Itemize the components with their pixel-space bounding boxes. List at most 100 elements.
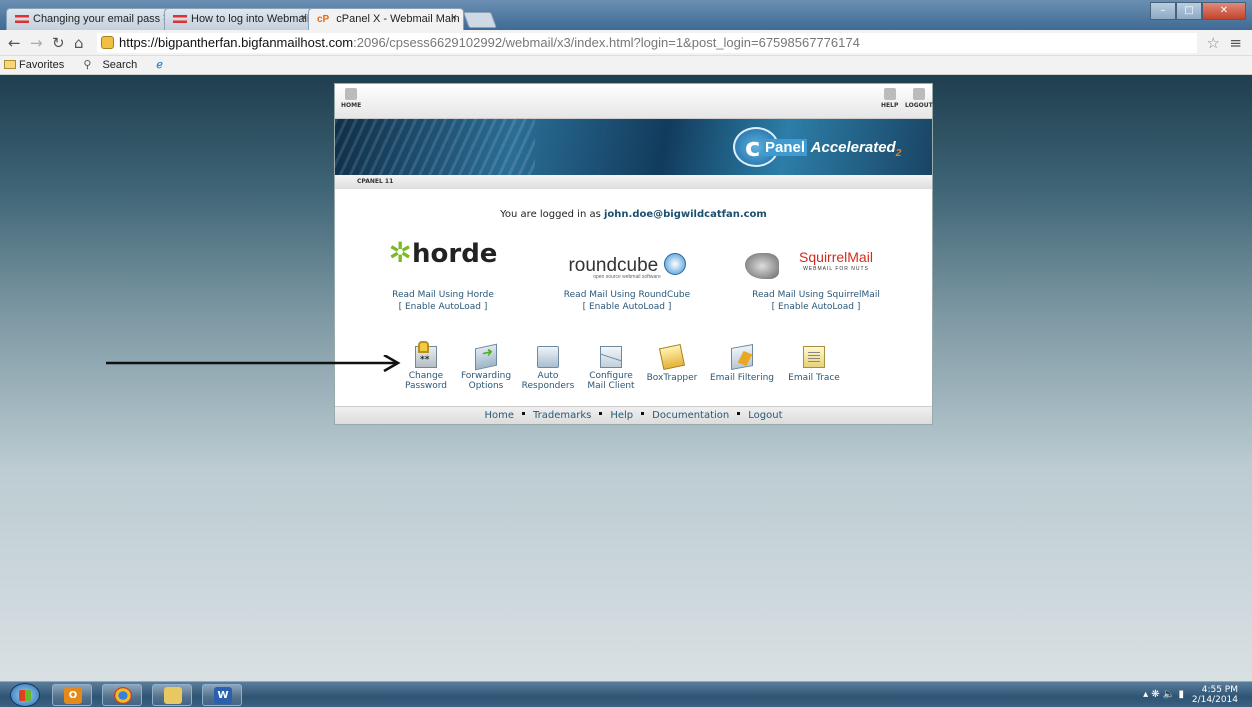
enable-autoload-horde-link[interactable]: [ Enable AutoLoad ] <box>363 301 523 313</box>
folder-icon <box>164 687 182 704</box>
tool-label: Email Filtering <box>709 373 775 383</box>
home-icon <box>345 88 358 100</box>
change-password-button[interactable]: ChangePassword <box>397 341 455 391</box>
cpanel-brand: Panel Accelerated2 <box>763 139 901 159</box>
envelope-icon <box>600 346 622 368</box>
nav-label: HELP <box>881 102 899 109</box>
start-button-icon[interactable] <box>10 683 40 707</box>
menu-icon[interactable]: ≡ <box>1229 34 1242 52</box>
clock-date: 2/14/2014 <box>1191 695 1238 705</box>
footer-separator <box>522 412 525 415</box>
logo-tagline: WEBMAIL FOR NUTS <box>803 266 869 272</box>
help-icon <box>883 88 896 100</box>
forward-arrow-icon[interactable]: → <box>30 34 43 52</box>
bookmarks-bar: Favorites ⚲ Search ℯ <box>0 56 1252 75</box>
maximize-button[interactable]: □ <box>1176 2 1202 20</box>
tool-label: BoxTrapper <box>646 373 698 383</box>
bookmark-label: Favorites <box>19 59 65 71</box>
back-arrow-icon[interactable]: ← <box>8 34 21 52</box>
logo-text: horde <box>412 239 498 269</box>
filter-icon <box>731 344 753 370</box>
bookmark-favorites[interactable]: Favorites <box>4 59 72 71</box>
system-clock[interactable]: 4:55 PM 2/14/2014 <box>1192 685 1238 705</box>
client-roundcube: roundcube open source webmail software R… <box>547 247 707 313</box>
forwarding-options-button[interactable]: ForwardingOptions <box>455 343 517 391</box>
email-filtering-button[interactable]: Email Filtering <box>701 344 783 391</box>
tool-label: Configure <box>589 371 633 381</box>
windows-taskbar: O W ▴ ❋ 🔈 ▮ 4:55 PM 2/14/2014 <box>0 681 1252 707</box>
outlook-icon: O <box>64 687 82 704</box>
auto-responders-button[interactable]: Auto Responders <box>517 346 579 391</box>
taskbar-outlook[interactable]: O <box>52 684 92 706</box>
word-icon: W <box>214 687 232 704</box>
url-host: https://bigpantherfan.bigfanmailhost.com <box>119 35 354 50</box>
window-controls: – □ ✕ <box>1150 2 1246 20</box>
tab-cpanel-webmail-main[interactable]: cP cPanel X - Webmail Main × <box>308 8 464 30</box>
tab-changing-email-password[interactable]: Changing your email pass × <box>6 8 176 30</box>
squirrelmail-logo[interactable]: SquirrelMail WEBMAIL FOR NUTS <box>731 247 901 287</box>
close-window-button[interactable]: ✕ <box>1202 2 1246 20</box>
clock-time: 4:55 PM <box>1201 685 1238 695</box>
system-tray-icons[interactable]: ▴ ❋ 🔈 ▮ <box>1143 689 1184 700</box>
brand-accelerated: Accelerated <box>810 139 896 156</box>
url-path: :2096/cpsess6629102992/webmail/x3/index.… <box>353 35 860 50</box>
read-mail-roundcube-link[interactable]: Read Mail Using RoundCube <box>547 289 707 301</box>
brand-panel: Panel <box>763 139 808 156</box>
login-status: You are logged in as john.doe@bigwildcat… <box>335 209 932 220</box>
footer-documentation-link[interactable]: Documentation <box>652 410 729 421</box>
footer-separator <box>599 412 603 415</box>
tool-label: Responders <box>521 381 575 391</box>
nav-label: LOGOUT <box>905 102 933 109</box>
read-mail-squirrelmail-link[interactable]: Read Mail Using SquirrelMail <box>731 289 901 301</box>
bookmark-search[interactable]: ⚲ Search <box>83 59 145 71</box>
home-icon[interactable]: ⌂ <box>74 34 84 52</box>
nav-home[interactable]: HOME <box>341 88 361 109</box>
boxtrapper-icon <box>658 343 686 371</box>
boxtrapper-button[interactable]: BoxTrapper <box>643 343 701 391</box>
email-trace-button[interactable]: Email Trace <box>783 346 845 391</box>
enable-autoload-squirrelmail-link[interactable]: [ Enable AutoLoad ] <box>731 301 901 313</box>
ie-icon[interactable]: ℯ <box>156 59 163 71</box>
logged-in-user: john.doe@bigwildcatfan.com <box>604 209 767 220</box>
tab-title: Changing your email pass <box>33 13 161 25</box>
enable-autoload-roundcube-link[interactable]: [ Enable AutoLoad ] <box>547 301 707 313</box>
footer-help-link[interactable]: Help <box>610 410 633 421</box>
bookmark-star-icon[interactable]: ☆ <box>1207 34 1220 52</box>
footer-trademarks-link[interactable]: Trademarks <box>533 410 591 421</box>
taskbar-explorer[interactable] <box>152 684 192 706</box>
search-icon: ⚲ <box>83 59 92 71</box>
footer-separator <box>641 412 645 415</box>
tool-label: Email Trace <box>788 373 840 383</box>
tool-label: Options <box>468 381 504 391</box>
tool-label: Mail Client <box>587 381 635 391</box>
nav-help[interactable]: HELP <box>881 88 898 109</box>
forward-mail-icon <box>475 343 497 371</box>
bookmark-label: Search <box>102 59 138 71</box>
footer-logout-link[interactable]: Logout <box>748 410 782 421</box>
horde-logo[interactable]: ✲horde <box>363 239 523 287</box>
address-bar[interactable]: https://bigpantherfan.bigfanmailhost.com… <box>97 33 1197 53</box>
new-tab-button[interactable] <box>463 12 497 28</box>
taskbar-chrome[interactable] <box>102 684 142 706</box>
taskbar-word[interactable]: W <box>202 684 242 706</box>
roundcube-logo[interactable]: roundcube open source webmail software <box>547 247 707 287</box>
tool-label: Auto <box>537 371 559 381</box>
breadcrumb: CPANEL 11 <box>335 175 932 189</box>
nav-logout[interactable]: LOGOUT <box>905 88 933 109</box>
close-icon[interactable]: × <box>301 12 307 24</box>
footer-home-link[interactable]: Home <box>484 410 514 421</box>
tab-how-to-log-into-webmail[interactable]: How to log into Webmail × <box>164 8 314 30</box>
minimize-button[interactable]: – <box>1150 2 1176 20</box>
read-mail-horde-link[interactable]: Read Mail Using Horde <box>363 289 523 301</box>
webmail-panel: HOME HELP LOGOUT c Panel Accelerated2 CP… <box>334 83 933 425</box>
cpanel-icon: cP <box>317 13 330 25</box>
logout-icon <box>912 88 925 100</box>
reload-icon[interactable]: ↻ <box>52 34 65 52</box>
client-horde: ✲horde Read Mail Using Horde [ Enable Au… <box>363 239 523 313</box>
browser-toolbar: ← → ↻ ⌂ https://bigpantherfan.bigfanmail… <box>0 30 1252 56</box>
configure-mail-client-button[interactable]: Configure Mail Client <box>579 346 643 391</box>
client-squirrelmail: SquirrelMail WEBMAIL FOR NUTS Read Mail U… <box>731 247 901 313</box>
tool-label: Change <box>408 371 444 381</box>
red-stripes-icon <box>15 15 29 24</box>
close-icon[interactable]: × <box>451 12 457 24</box>
